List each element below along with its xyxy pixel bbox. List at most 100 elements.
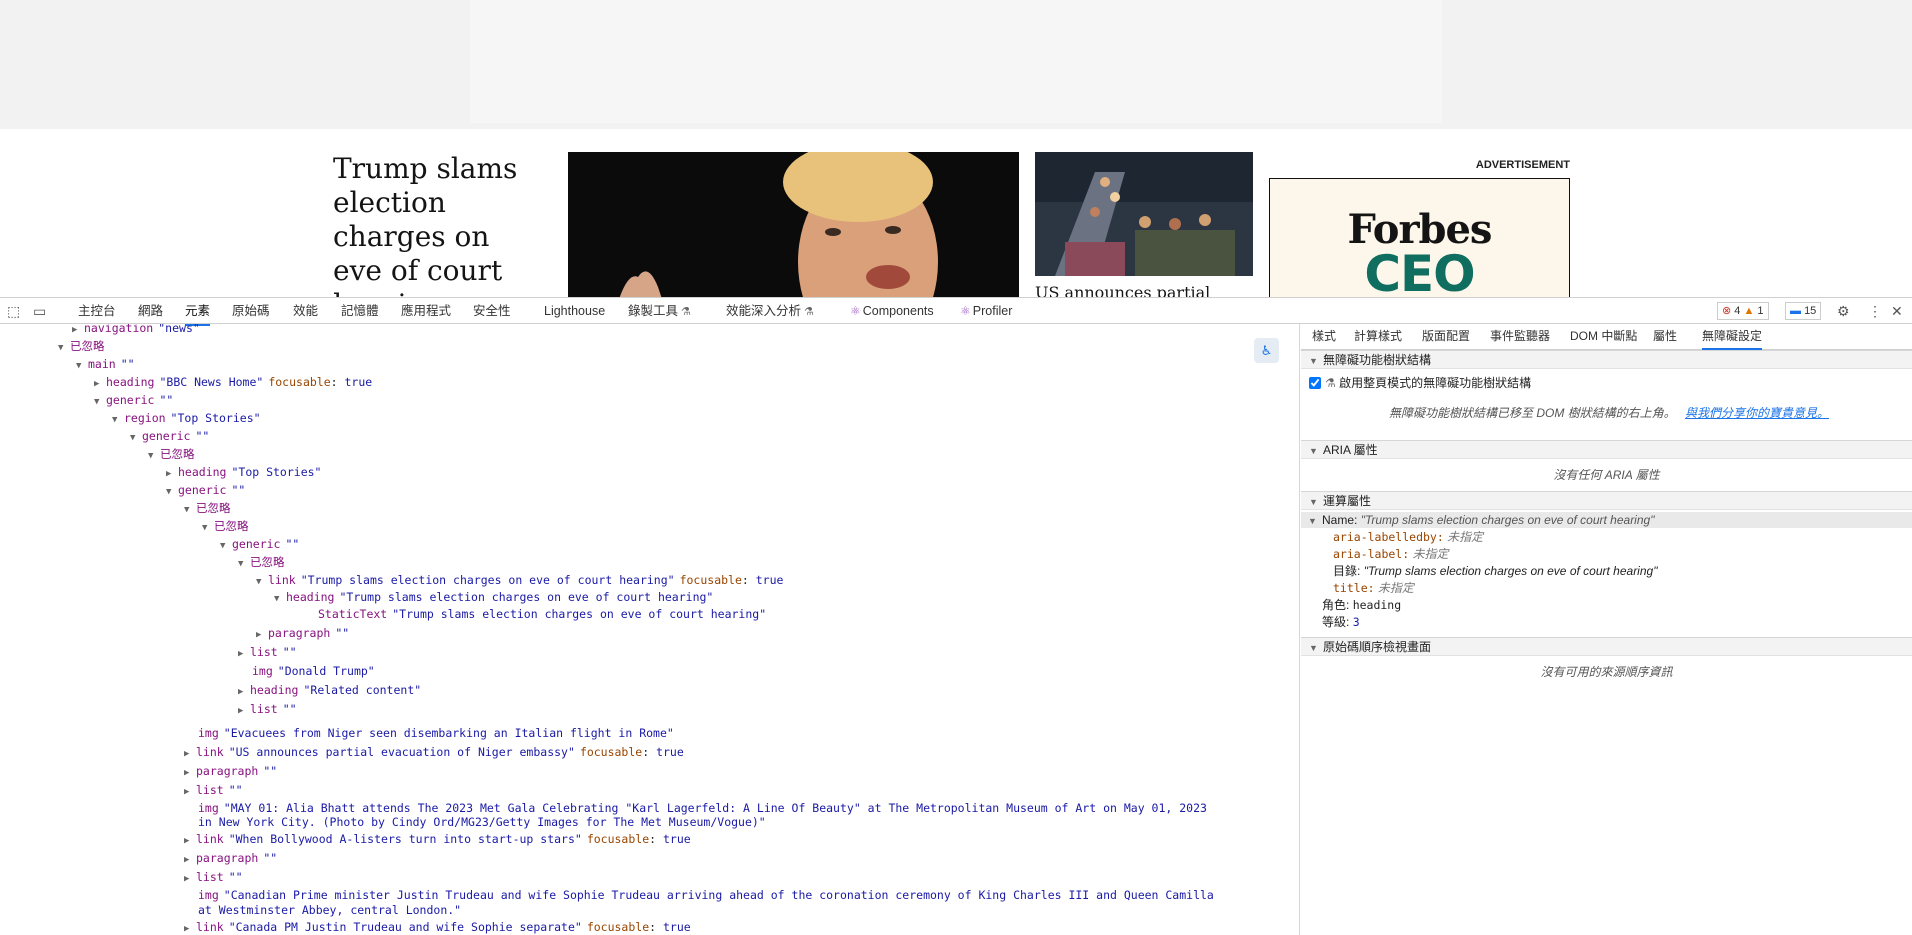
tree-node[interactable]: ▼ main "" [76, 357, 135, 374]
collapsed-triangle-icon[interactable]: ▶ [184, 766, 196, 781]
tree-node[interactable]: img "MAY 01: Alia Bhatt attends The 2023 … [198, 801, 1207, 816]
tree-node[interactable]: ▼ 已忽略 [238, 555, 285, 572]
tab-12[interactable]: ⚛ Profiler [960, 298, 1012, 324]
expanded-triangle-icon[interactable]: ▼ [94, 395, 106, 410]
tree-node[interactable]: ▶ heading "Related content" [238, 683, 421, 700]
collapsed-triangle-icon[interactable]: ▶ [184, 872, 196, 887]
tab-5[interactable]: 記憶體 [341, 298, 379, 324]
tab-9[interactable]: 錄製工具 ⚗ [628, 298, 691, 324]
more-options-icon[interactable]: ⋮ [1868, 303, 1882, 320]
tab-6[interactable]: 應用程式 [401, 298, 451, 324]
tree-node[interactable]: ▼ generic "" [94, 393, 173, 410]
section-computed-properties[interactable]: ▼ 運算屬性 [1301, 491, 1912, 510]
close-icon[interactable]: ✕ [1891, 303, 1903, 320]
tab-10[interactable]: 效能深入分析 ⚗ [726, 298, 814, 324]
tab-8[interactable]: Lighthouse [544, 298, 605, 324]
tree-node[interactable]: ▶ list "" [184, 870, 243, 887]
expanded-triangle-icon[interactable]: ▼ [148, 449, 160, 464]
tab-11[interactable]: ⚛ Components [850, 298, 934, 324]
tree-node[interactable]: ▶ link "Canada PM Justin Trudeau and wife … [184, 920, 691, 935]
tree-node[interactable]: ▼ 已忽略 [148, 447, 195, 464]
side-tab-1[interactable]: 計算樣式 [1354, 324, 1402, 348]
side-headline[interactable]: US announces partial [1035, 283, 1255, 297]
collapsed-triangle-icon[interactable]: ▶ [72, 324, 84, 338]
tree-node[interactable]: ▶ paragraph "" [184, 764, 277, 781]
side-tab-2[interactable]: 版面配置 [1422, 324, 1470, 348]
tree-node[interactable]: ▼ generic "" [166, 483, 245, 500]
tree-node[interactable]: ▼ 已忽略 [58, 339, 105, 356]
tree-node[interactable]: ▶ list "" [184, 783, 243, 800]
tree-node[interactable]: ▶ paragraph "" [256, 626, 349, 643]
tree-node[interactable]: ▼ generic "" [220, 537, 299, 554]
tree-node[interactable]: ▶ heading "BBC News Home" focusable: true [94, 375, 372, 392]
tab-2[interactable]: 元素 [185, 298, 211, 326]
tree-node[interactable]: ▼ generic "" [130, 429, 209, 446]
side-tab-3[interactable]: 事件監聽器 [1490, 324, 1550, 348]
tab-0[interactable]: 主控台 [78, 298, 116, 324]
tree-node[interactable]: ▼ heading "Trump slams election charges on… [274, 590, 713, 607]
side-tab-6[interactable]: 無障礙設定 [1702, 324, 1763, 350]
page-headline[interactable]: Trump slams election charges on eve of c… [333, 152, 543, 297]
side-tab-0[interactable]: 樣式 [1312, 324, 1336, 348]
tab-1[interactable]: 網路 [138, 298, 163, 324]
tree-node[interactable]: ▶ link "US announces partial evacuation of… [184, 745, 684, 762]
tree-node[interactable]: at Westminster Abbey, central London." [198, 903, 461, 918]
collapsed-triangle-icon[interactable]: ▶ [94, 377, 106, 392]
device-toolbar-icon[interactable]: ▭ [33, 303, 46, 320]
collapsed-triangle-icon[interactable]: ▶ [166, 467, 178, 482]
expanded-triangle-icon[interactable]: ▼ [256, 575, 268, 590]
expanded-triangle-icon[interactable]: ▼ [112, 413, 124, 428]
collapsed-triangle-icon[interactable]: ▶ [238, 647, 250, 662]
inspect-element-icon[interactable]: ⬚ [7, 303, 20, 320]
tree-node[interactable]: img "Donald Trump" [252, 664, 375, 679]
tree-node[interactable]: ▶ paragraph "" [184, 851, 277, 868]
section-accessibility-tree[interactable]: ▼ 無障礙功能樹狀結構 [1301, 350, 1912, 369]
forbes-ad[interactable]: Forbes CEO [1269, 178, 1570, 297]
expanded-triangle-icon[interactable]: ▼ [58, 341, 70, 356]
error-count-badge[interactable]: ⊗ 4 ▲ 1 [1717, 302, 1769, 320]
accessibility-tree-toggle-button[interactable]: ♿ [1254, 338, 1279, 363]
collapsed-triangle-icon[interactable]: ▶ [184, 922, 196, 935]
side-tab-5[interactable]: 屬性 [1653, 324, 1677, 348]
tree-node[interactable]: StaticText "Trump slams election charges … [318, 607, 766, 622]
expanded-triangle-icon[interactable]: ▼ [76, 359, 88, 374]
tree-node[interactable]: ▶ list "" [238, 645, 297, 662]
section-source-order[interactable]: ▼ 原始碼順序檢視畫面 [1301, 637, 1912, 656]
tree-node[interactable]: ▼ 已忽略 [184, 501, 231, 518]
expanded-triangle-icon[interactable]: ▼ [166, 485, 178, 500]
tab-7[interactable]: 安全性 [473, 298, 511, 324]
expanded-triangle-icon[interactable]: ▼ [184, 503, 196, 518]
message-count-badge[interactable]: ▬ 15 [1785, 302, 1822, 320]
evacuees-photo[interactable] [1035, 152, 1253, 276]
tree-node[interactable]: in New York City. (Photo by Cindy Ord/MG… [198, 815, 766, 830]
tree-node[interactable]: img "Canadian Prime minister Justin Trude… [198, 888, 1214, 903]
expanded-triangle-icon[interactable]: ▼ [202, 521, 214, 536]
expanded-triangle-icon[interactable]: ▼ [274, 592, 286, 607]
tree-node[interactable]: ▶ list "" [238, 702, 297, 719]
section-aria-attributes[interactable]: ▼ ARIA 屬性 [1301, 440, 1912, 459]
computed-name-row[interactable]: ▼ Name: "Trump slams election charges on … [1301, 512, 1912, 528]
collapsed-triangle-icon[interactable]: ▶ [184, 834, 196, 849]
side-tab-4[interactable]: DOM 中斷點 [1570, 324, 1637, 348]
tree-node[interactable]: img "Evacuees from Niger seen disembarkin… [198, 726, 674, 741]
collapsed-triangle-icon[interactable]: ▶ [184, 747, 196, 762]
tab-4[interactable]: 效能 [293, 298, 318, 324]
collapsed-triangle-icon[interactable]: ▶ [184, 785, 196, 800]
collapsed-triangle-icon[interactable]: ▶ [184, 853, 196, 868]
tree-node[interactable]: ▼ 已忽略 [202, 519, 249, 536]
feedback-link[interactable]: 與我們分享你的寶貴意見。 [1685, 406, 1829, 420]
tree-node[interactable]: ▼ link "Trump slams election charges on ev… [256, 573, 783, 590]
full-page-mode-checkbox[interactable] [1309, 377, 1321, 389]
gear-icon[interactable]: ⚙ [1837, 303, 1850, 320]
expanded-triangle-icon[interactable]: ▼ [130, 431, 142, 446]
expanded-triangle-icon[interactable]: ▼ [238, 557, 250, 572]
collapsed-triangle-icon[interactable]: ▶ [238, 704, 250, 719]
trump-photo[interactable] [568, 152, 1019, 297]
tree-node[interactable]: ▶ heading "Top Stories" [166, 465, 321, 482]
tree-node[interactable]: ▶ navigation "news" [72, 324, 200, 338]
tree-node[interactable]: ▼ region "Top Stories" [112, 411, 261, 428]
collapsed-triangle-icon[interactable]: ▶ [256, 628, 268, 643]
tab-3[interactable]: 原始碼 [232, 298, 270, 324]
collapsed-triangle-icon[interactable]: ▶ [238, 685, 250, 700]
tree-node[interactable]: ▶ link "When Bollywood A-listers turn into… [184, 832, 691, 849]
